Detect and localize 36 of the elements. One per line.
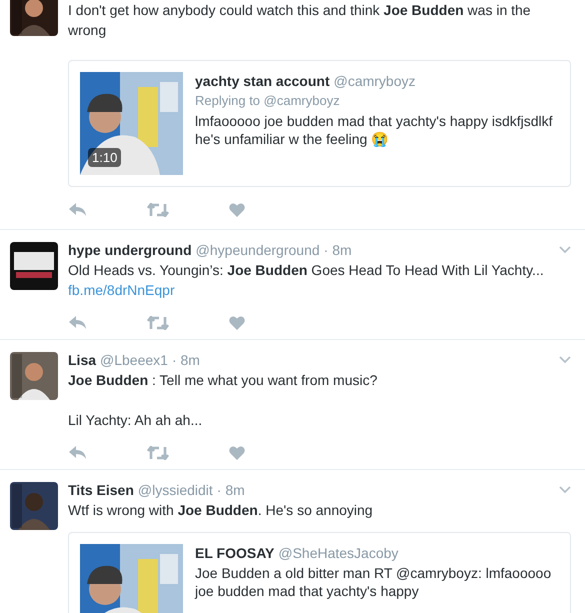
quoted-author-handle: @camryboyz	[334, 72, 416, 90]
quoted-author-name: EL FOOSAY	[195, 544, 274, 562]
heart-icon[interactable]	[229, 316, 245, 330]
quoted-tweet-text: Joe Budden a old bitter man RT @camryboyz: lmfaooooo joe budden mad that yachty's happy	[195, 564, 552, 600]
quoted-tweet-card[interactable]: 1:10 yachty stan account @camryboyz Replying to @camryboyz lmfaooooo joe budden mad that yachty's happy isdkfjsdlkf he's unfamiliar w the feeling 😭	[68, 60, 571, 187]
quoted-tweet-card[interactable]: EL FOOSAY @SheHatesJacoby Joe Budden a old bitter man RT @camryboyz: lmfaooooo joe budden mad that yachty's happy	[68, 532, 571, 613]
tweet-time[interactable]: · 8m	[216, 480, 245, 500]
retweet-icon[interactable]	[147, 446, 169, 460]
chevron-down-icon[interactable]	[559, 246, 571, 254]
tweet-text: Old Heads vs. Youngin’s: Joe Budden Goes Head To Head With Lil Yachty...	[68, 261, 545, 280]
author-handle[interactable]: @hypeunderground	[196, 240, 320, 260]
heart-icon[interactable]	[229, 203, 245, 217]
replying-to-text: Replying to @camryboyz	[195, 92, 341, 110]
quoted-tweet-text: lmfaooooo joe budden mad that yachty's happy isdkfjsdlkf he's unfamiliar w the feeling 😭	[195, 112, 554, 148]
retweet-icon[interactable]	[147, 316, 169, 330]
reply-icon[interactable]	[69, 203, 87, 217]
author-handle[interactable]: @lyssiedidit	[138, 480, 213, 500]
author-handle[interactable]: @Lbeeex1	[100, 350, 168, 370]
tweet-text: Wtf is wrong with Joe Budden. He's so annoying	[68, 501, 374, 520]
video-duration: 1:10	[88, 148, 122, 167]
tweet-time[interactable]: · 8m	[324, 240, 352, 260]
reply-icon[interactable]	[69, 316, 87, 330]
heart-icon[interactable]	[229, 446, 245, 460]
tweet-link[interactable]: fb.me/8drNnEqpr	[68, 280, 175, 300]
quoted-author-handle: @SheHatesJacoby	[278, 544, 398, 562]
quoted-author-name: yachty stan account	[195, 72, 330, 90]
author-name[interactable]: hype underground	[68, 240, 192, 260]
chevron-down-icon[interactable]	[559, 486, 571, 494]
retweet-icon[interactable]	[147, 203, 169, 217]
tweet-time[interactable]: · 8m	[172, 350, 200, 370]
chevron-down-icon[interactable]	[559, 356, 571, 364]
author-name[interactable]: Lisa	[68, 350, 96, 370]
author-name[interactable]: Tits Eisen	[68, 480, 134, 500]
tweet-text: I don't get how anybody could watch this and think Joe Budden was in the wrong	[68, 1, 532, 40]
tweet-text: Joe Budden : Tell me what you want from music? Lil Yachty: Ah ah ah...	[68, 371, 378, 430]
reply-icon[interactable]	[69, 446, 87, 460]
